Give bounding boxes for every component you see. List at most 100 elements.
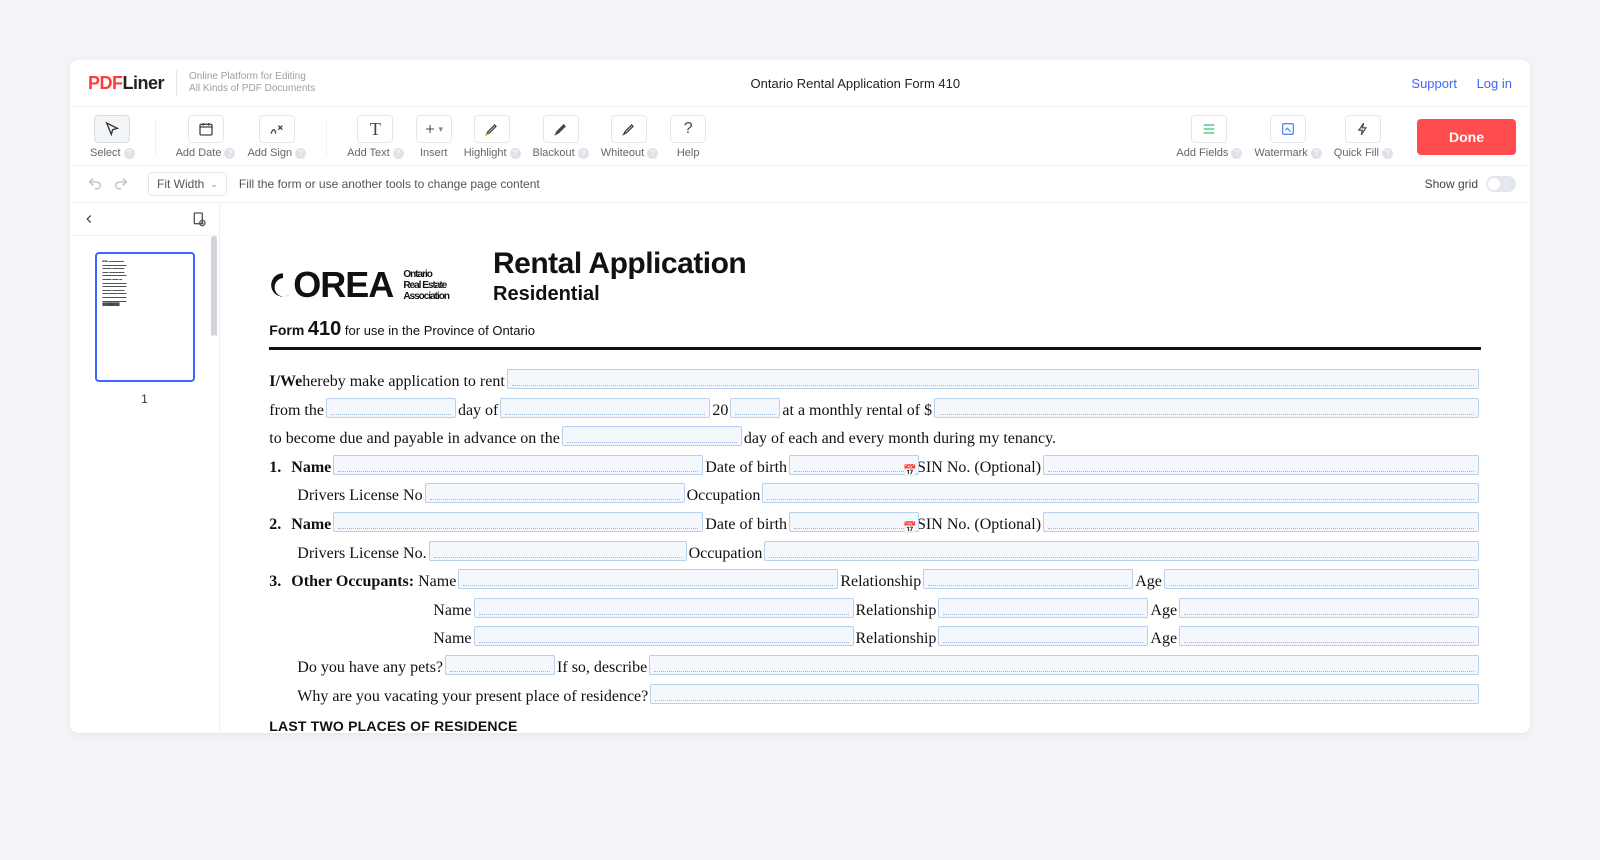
field-name1[interactable] [333,455,703,475]
add-text-tool[interactable]: T Add Text? [341,115,410,159]
brand-logo[interactable]: PDFLiner [88,73,164,94]
label-dl2: Drivers License No. [297,541,426,567]
show-grid-toggle[interactable] [1486,176,1516,192]
label-name1: Name [291,455,331,481]
blackout-icon [543,115,579,143]
quick-fill-tool[interactable]: Quick Fill? [1328,115,1399,159]
question-icon: ? [670,115,706,143]
app-window: PDFLiner Online Platform for Editing All… [70,60,1530,733]
field-rent-amount[interactable] [934,398,1479,418]
field-age-b[interactable] [1179,598,1479,618]
help-badge-icon: ? [393,148,404,159]
add-date-tool[interactable]: Add Date? [170,115,242,159]
tagline-line2: All Kinds of PDF Documents [189,83,315,95]
text-apply: hereby make application to rent [302,369,505,395]
whiteout-tool[interactable]: Whiteout? [595,115,664,159]
field-sin1[interactable] [1043,455,1479,475]
form-body: I/We hereby make application to rent fro… [269,366,1480,733]
field-rel-c[interactable] [938,626,1148,646]
list-num-3: 3. [269,569,291,595]
tagline: Online Platform for Editing All Kinds of… [189,71,315,95]
calendar-icon[interactable]: 📅 [903,463,917,481]
field-dl2[interactable] [429,541,687,561]
thumbnail-page-number: 1 [141,392,148,406]
field-age-c[interactable] [1179,626,1479,646]
orea-sub3: Association [403,291,449,302]
field-occ-name-c[interactable] [474,626,854,646]
orea-logo: OREA Ontario Real Estate Association [269,264,449,306]
field-name2[interactable] [333,512,703,532]
tool-separator [326,119,327,155]
watermark-tool[interactable]: Watermark? [1248,115,1327,159]
field-occ-name-a[interactable] [458,569,838,589]
help-tool[interactable]: ? Help [664,115,712,159]
undo-button[interactable] [84,173,106,195]
field-property[interactable] [507,369,1479,389]
label-pets-q: Do you have any pets? [297,655,443,681]
insert-tool[interactable]: ▾ Insert [410,115,458,159]
page-thumbnail[interactable]: ■■■ ▬▬▬▬▬▬▬▬▬▬▬▬▬▬▬▬ ▬▬▬▬▬▬ ▬▬▬▬▬▬▬▬▬▬▬▬… [95,252,195,382]
field-dob1[interactable] [789,455,919,475]
help-badge-icon: ? [1311,148,1322,159]
blackout-tool[interactable]: Blackout? [527,115,595,159]
signature-icon [259,115,295,143]
document-canvas[interactable]: OREA Ontario Real Estate Association Ren… [220,203,1530,733]
back-button[interactable] [82,212,96,226]
calendar-icon [188,115,224,143]
text-dayof: day of [458,398,498,424]
logo-df: DF [100,73,123,93]
field-rel-b[interactable] [938,598,1148,618]
chevron-down-icon: ⌄ [210,179,218,190]
orea-sub2: Real Estate [403,280,449,291]
header-links: Support Log in [1395,76,1512,91]
select-tool[interactable]: Select? [84,115,141,159]
field-occ2[interactable] [764,541,1478,561]
field-occ1[interactable] [762,483,1478,503]
done-button[interactable]: Done [1417,119,1516,155]
label-age-b: Age [1150,598,1177,624]
add-date-label: Add Date [176,147,222,159]
thumbnail-list[interactable]: ■■■ ▬▬▬▬▬▬▬▬▬▬▬▬▬▬▬▬ ▬▬▬▬▬▬ ▬▬▬▬▬▬▬▬▬▬▬▬… [70,236,219,733]
label-age-c: Age [1150,626,1177,652]
redo-button[interactable] [110,173,132,195]
pdf-page: OREA Ontario Real Estate Association Ren… [259,203,1490,733]
help-label: Help [677,147,700,159]
add-sign-tool[interactable]: Add Sign? [241,115,312,159]
label-occ-name-a: Name [418,569,456,595]
highlight-label: Highlight [464,147,507,159]
login-link[interactable]: Log in [1477,76,1512,91]
divider [176,70,177,96]
field-month[interactable] [500,398,710,418]
help-badge-icon: ? [647,148,658,159]
text-20: 20 [712,398,728,424]
label-occ2: Occupation [689,541,763,567]
field-year[interactable] [730,398,780,418]
field-vacate[interactable] [650,684,1478,704]
field-rel-a[interactable] [923,569,1133,589]
field-pets-yn[interactable] [445,655,555,675]
field-dob2[interactable] [789,512,919,532]
field-from-day[interactable] [326,398,456,418]
field-age-a[interactable] [1164,569,1479,589]
label-rel-c: Relationship [856,626,937,652]
label-occ-name-b: Name [433,598,471,624]
hint-text: Fill the form or use another tools to ch… [239,177,540,191]
field-occ-name-b[interactable] [474,598,854,618]
support-link[interactable]: Support [1411,76,1457,91]
highlight-tool[interactable]: Highlight? [458,115,527,159]
field-due-day[interactable] [562,426,742,446]
calendar-icon[interactable]: 📅 [903,520,917,538]
text-from: from the [269,398,324,424]
label-name2: Name [291,512,331,538]
form-label: Form [269,322,304,338]
zoom-select[interactable]: Fit Width ⌄ [148,172,227,196]
add-fields-tool[interactable]: Add Fields? [1170,115,1248,159]
field-dl1[interactable] [425,483,685,503]
page-settings-button[interactable] [191,211,207,227]
field-pets-desc[interactable] [649,655,1478,675]
field-sin2[interactable] [1043,512,1479,532]
help-badge-icon: ? [224,148,235,159]
help-badge-icon: ? [1382,148,1393,159]
text-iwe: I/We [269,369,302,395]
show-grid-label: Show grid [1425,177,1478,191]
